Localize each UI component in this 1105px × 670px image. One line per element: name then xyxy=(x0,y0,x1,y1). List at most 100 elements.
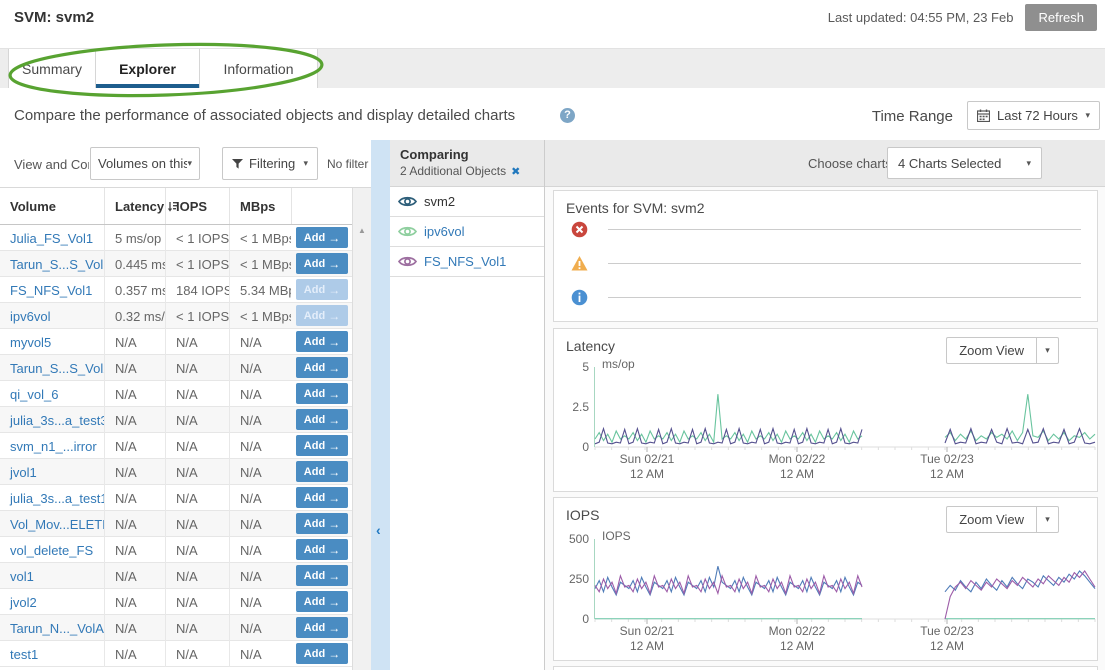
tab-information[interactable]: Information xyxy=(200,49,318,88)
add-to-comparison-button[interactable]: Add→ xyxy=(296,253,348,274)
add-to-comparison-button[interactable]: Add→ xyxy=(296,565,348,586)
mbps-cell: < 1 MBps xyxy=(229,251,291,277)
add-to-comparison-button[interactable]: Add→ xyxy=(296,643,348,664)
latency-cell: N/A xyxy=(104,407,165,433)
mbps-cell: 5.34 MBps xyxy=(229,277,291,303)
y-axis-tick-label: 5 xyxy=(549,360,589,374)
volume-link[interactable]: julia_3s...a_test3 xyxy=(10,413,104,428)
column-header-latency[interactable]: Latency xyxy=(104,188,165,224)
volume-cell: julia_3s...a_test1 xyxy=(0,485,104,511)
volume-link[interactable]: Tarun_S...S_Vol1 xyxy=(10,257,104,272)
volume-cell: jvol2 xyxy=(0,589,104,615)
view-selector-dropdown[interactable]: Volumes on this ▾ xyxy=(90,147,200,180)
add-to-comparison-button[interactable]: Add→ xyxy=(296,435,348,456)
volume-link[interactable]: Tarun_N..._VolA xyxy=(10,621,104,636)
volume-link[interactable]: svm_n1_...irror xyxy=(10,439,97,454)
volume-link[interactable]: jvol1 xyxy=(10,465,37,480)
add-button-label: Add xyxy=(304,336,325,348)
remove-all-objects-icon[interactable]: ✖ xyxy=(511,165,520,178)
add-to-comparison-button[interactable]: Add→ xyxy=(296,617,348,638)
comparing-item[interactable]: svm2 xyxy=(390,187,544,217)
arrow-right-icon: → xyxy=(328,647,340,661)
volume-link[interactable]: vol_delete_FS xyxy=(10,543,93,558)
column-header-iops[interactable]: IOPS xyxy=(165,188,229,224)
time-range-dropdown[interactable]: Last 72 Hours ▾ xyxy=(967,101,1100,130)
add-to-comparison-button[interactable]: Add→ xyxy=(296,227,348,248)
iops-cell: N/A xyxy=(165,537,229,563)
topbar-right: Last updated: 04:55 PM, 23 Feb Refresh xyxy=(828,4,1097,31)
volume-link[interactable]: qi_vol_6 xyxy=(10,387,58,402)
mbps-cell: N/A xyxy=(229,355,291,381)
choose-charts-dropdown[interactable]: 4 Charts Selected ▾ xyxy=(887,147,1042,179)
volume-link[interactable]: jvol2 xyxy=(10,595,37,610)
comparing-item[interactable]: FS_NFS_Vol1 xyxy=(390,247,544,277)
add-to-comparison-button[interactable]: Add→ xyxy=(296,383,348,404)
zoom-view-caret-button[interactable]: ▾ xyxy=(1037,506,1059,533)
add-to-comparison-button[interactable]: Add→ xyxy=(296,331,348,352)
panel-collapse-strip[interactable]: ‹ xyxy=(371,140,390,670)
tab-summary[interactable]: Summary xyxy=(8,49,96,88)
y-axis-tick-label: 0 xyxy=(549,612,589,626)
volume-link[interactable]: FS_NFS_Vol1 xyxy=(10,283,92,298)
arrow-right-icon: → xyxy=(328,621,340,635)
filtering-label: Filtering xyxy=(249,156,295,171)
page-description: Compare the performance of associated ob… xyxy=(14,107,515,124)
arrow-right-icon: → xyxy=(328,491,340,505)
add-to-comparison-button[interactable]: Add→ xyxy=(296,487,348,508)
zoom-view-caret-button[interactable]: ▾ xyxy=(1037,337,1059,364)
column-header-add xyxy=(291,188,352,224)
zoom-view-button[interactable]: Zoom View xyxy=(946,506,1037,533)
filtering-dropdown[interactable]: Filtering ▾ xyxy=(222,147,318,180)
iops-blue-series xyxy=(595,566,862,595)
volume-cell: myvol5 xyxy=(0,329,104,355)
table-scrollbar[interactable]: ▲ xyxy=(352,188,371,670)
add-button-label: Add xyxy=(304,570,325,582)
volume-link[interactable]: Tarun_S...S_Vol2 xyxy=(10,361,104,376)
latency-cell: 0.357 ms/o xyxy=(104,277,165,303)
y-axis-unit-label: ms/op xyxy=(602,357,635,371)
volume-link[interactable]: julia_3s...a_test1 xyxy=(10,491,104,506)
x-tick-line2: 12 AM xyxy=(620,467,675,482)
column-header-volume[interactable]: Volume xyxy=(0,188,104,224)
volume-link[interactable]: vol1 xyxy=(10,569,34,584)
volume-link[interactable]: Julia_FS_Vol1 xyxy=(10,231,93,246)
column-header-volume-label: Volume xyxy=(10,199,56,214)
comparing-item-label: ipv6vol xyxy=(424,224,464,239)
zoom-view-button[interactable]: Zoom View xyxy=(946,337,1037,364)
volume-link[interactable]: test1 xyxy=(10,647,38,662)
help-icon[interactable]: ? xyxy=(560,108,575,123)
x-tick-line2: 12 AM xyxy=(620,639,675,654)
add-button-label: Add xyxy=(304,362,325,374)
collapse-left-icon[interactable]: ‹ xyxy=(376,522,381,538)
refresh-button[interactable]: Refresh xyxy=(1025,4,1097,31)
volume-link[interactable]: ipv6vol xyxy=(10,309,50,324)
latency-cell: N/A xyxy=(104,329,165,355)
iops-chart-svg xyxy=(595,539,1095,627)
tab-explorer[interactable]: Explorer xyxy=(96,49,200,88)
volume-cell: Tarun_S...S_Vol2 xyxy=(0,355,104,381)
add-to-comparison-button[interactable]: Add→ xyxy=(296,357,348,378)
add-to-comparison-button[interactable]: Add→ xyxy=(296,591,348,612)
add-to-comparison-button[interactable]: Add→ xyxy=(296,409,348,430)
volume-cell: ipv6vol xyxy=(0,303,104,329)
latency-chart-card: Latency Zoom View ▾ 52.50ms/opSun 02/211… xyxy=(553,328,1098,492)
table-row: vol_delete_FSN/AN/AN/AAdd→ xyxy=(0,537,352,563)
choose-charts-label: Choose charts xyxy=(808,156,892,171)
arrow-right-icon: → xyxy=(328,387,340,401)
table-row: FS_NFS_Vol10.357 ms/o184 IOPS5.34 MBpsAd… xyxy=(0,277,352,303)
comparing-item[interactable]: ipv6vol xyxy=(390,217,544,247)
add-to-comparison-button[interactable]: Add→ xyxy=(296,461,348,482)
tab-summary-label: Summary xyxy=(22,61,82,77)
volume-link[interactable]: myvol5 xyxy=(10,335,51,350)
mbps-cell: N/A xyxy=(229,537,291,563)
column-header-mbps[interactable]: MBps xyxy=(229,188,291,224)
add-to-comparison-button[interactable]: Add→ xyxy=(296,539,348,560)
scroll-up-icon[interactable]: ▲ xyxy=(353,226,371,235)
latency-cell: N/A xyxy=(104,615,165,641)
svm-explorer-page: SVM: svm2 Last updated: 04:55 PM, 23 Feb… xyxy=(0,0,1105,670)
volume-link[interactable]: Vol_Mov...ELETE xyxy=(10,517,104,532)
view-and-compare-label: View and Comp xyxy=(14,157,89,172)
add-to-comparison-button[interactable]: Add→ xyxy=(296,513,348,534)
volume-cell: FS_NFS_Vol1 xyxy=(0,277,104,303)
funnel-icon xyxy=(232,159,243,169)
